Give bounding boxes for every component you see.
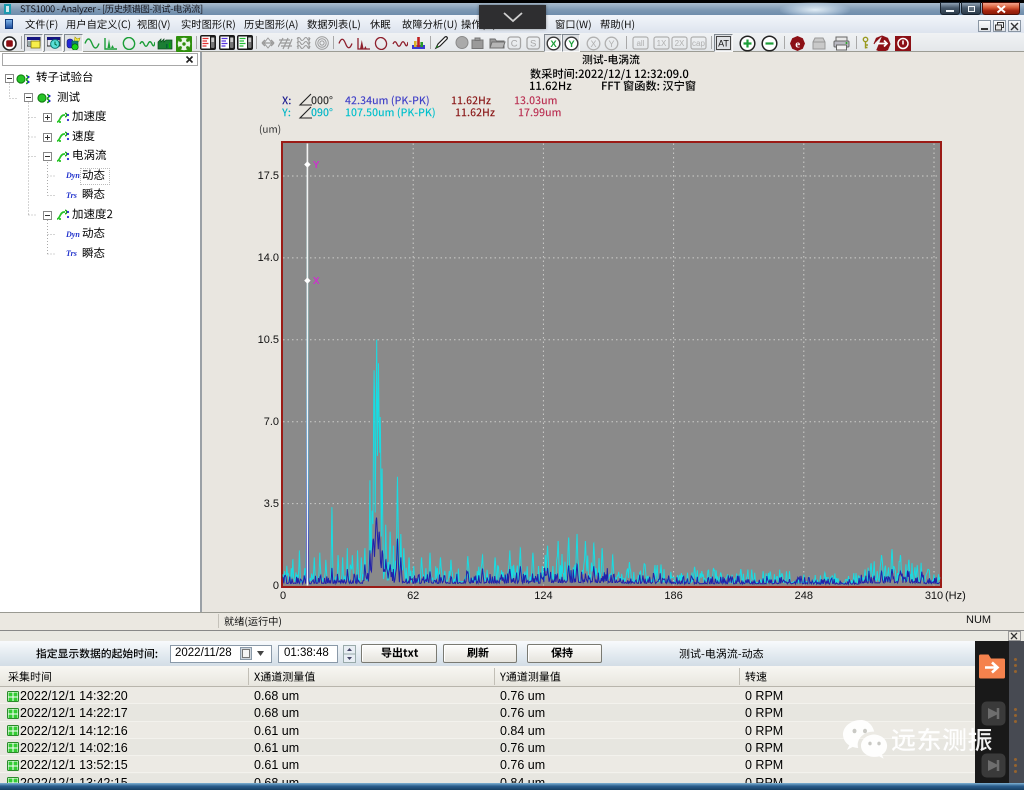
svg-text:Y: Y: [313, 160, 320, 171]
svg-text:S: S: [530, 39, 536, 50]
svg-text:Y: Y: [608, 39, 614, 49]
svg-text:X: X: [590, 39, 596, 49]
svg-text:X: X: [550, 39, 557, 50]
svg-text:Y: Y: [568, 39, 575, 50]
svg-text:X: X: [313, 276, 320, 287]
svg-text:2X: 2X: [675, 39, 685, 48]
svg-text:e: e: [795, 39, 800, 51]
svg-text:C: C: [511, 39, 518, 50]
svg-text:1X: 1X: [657, 39, 667, 48]
svg-text:all: all: [636, 39, 644, 48]
svg-text:cap: cap: [692, 39, 705, 48]
svg-text:AT: AT: [718, 39, 729, 49]
